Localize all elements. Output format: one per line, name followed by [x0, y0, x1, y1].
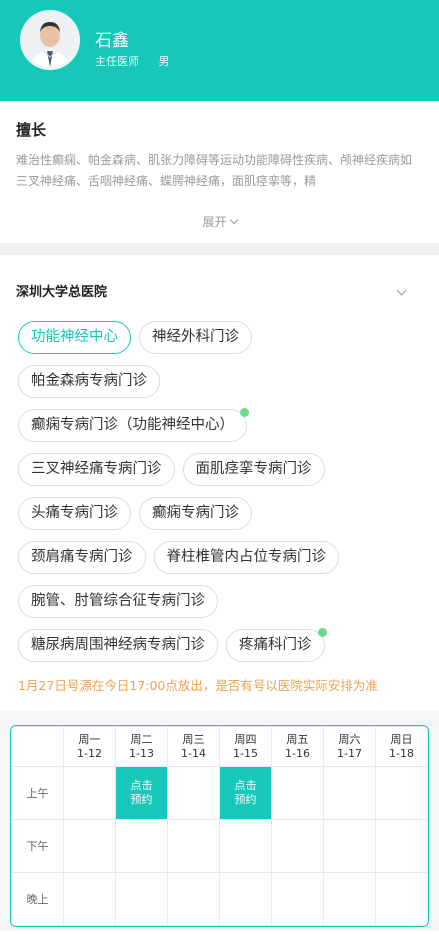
expertise-text: 难治性癫痫、帕金森病、肌张力障碍等运动功能障碍性疾病、颅神经疾病如三叉神经痛、舌…	[16, 153, 413, 188]
schedule-cell	[375, 872, 428, 926]
schedule-cell	[63, 872, 116, 926]
department-tag[interactable]: 面肌痉挛专病门诊	[182, 453, 325, 486]
chevron-down-icon	[396, 285, 407, 295]
schedule-cell	[167, 872, 220, 926]
day-header: 周五 1-16	[271, 726, 324, 767]
schedule-cell	[115, 872, 168, 926]
department-tag[interactable]: 头痛专病门诊	[18, 497, 131, 530]
department-tag[interactable]: 脊柱椎管内占位专病门诊	[153, 541, 339, 574]
department-tag[interactable]: 帕金森病专病门诊	[18, 365, 160, 398]
hospital-selector[interactable]: 深圳大学总医院	[0, 265, 439, 315]
schedule-cell	[219, 819, 272, 873]
expertise-title: 擅长	[16, 121, 47, 139]
expertise-section: 擅长 难治性癫痫、帕金森病、肌张力障碍等运动功能障碍性疾病、颅神经疾病如三叉神经…	[0, 101, 439, 243]
new-indicator-dot	[240, 408, 249, 417]
day-header: 周四 1-15	[219, 726, 272, 767]
section-divider	[0, 243, 439, 255]
schedule-cell	[167, 766, 220, 820]
department-tags: 功能神经中心 神经外科门诊 帕金森病专病门诊 癫痫专病门诊（功能神经中心） 三叉神…	[0, 315, 439, 673]
day-header: 周六 1-17	[323, 726, 376, 767]
department-tag[interactable]: 癫痫专病门诊（功能神经中心）	[18, 408, 249, 442]
department-tag[interactable]: 三叉神经痛专病门诊	[18, 453, 175, 486]
slot-label: 上午	[11, 766, 64, 820]
day-header: 周三 1-14	[167, 726, 220, 767]
expand-label: 展开	[202, 215, 227, 229]
schedule-cell	[219, 872, 272, 926]
slot-label: 下午	[11, 819, 64, 873]
department-tag[interactable]: 糖尿病周围神经病专病门诊	[18, 629, 218, 662]
chevron-down-icon	[229, 215, 238, 225]
schedule-cell	[323, 766, 376, 820]
slot-label: 晚上	[11, 872, 64, 926]
day-header: 周一 1-12	[63, 726, 116, 767]
new-indicator-dot	[317, 628, 327, 637]
doctor-avatar	[20, 10, 80, 70]
department-tag[interactable]: 癫痫专病门诊	[139, 497, 252, 530]
doctor-gender: 男	[158, 55, 170, 68]
schedule-row: 下午	[11, 819, 428, 873]
hospital-name: 深圳大学总医院	[16, 284, 108, 300]
book-appointment-button[interactable]: 点击 预约	[219, 766, 272, 820]
schedule-cell	[323, 819, 376, 873]
department-tag[interactable]: 功能神经中心	[18, 321, 131, 354]
schedule-cell	[375, 819, 428, 873]
schedule-cell	[323, 872, 376, 926]
schedule-cell	[375, 766, 428, 820]
doctor-meta: 主任医师 男	[95, 53, 170, 69]
schedule-row: 上午 点击 预约 点击 预约	[11, 766, 428, 820]
department-tag[interactable]: 腕管、肘管综合征专病门诊	[18, 585, 218, 618]
book-appointment-button[interactable]: 点击 预约	[115, 766, 168, 820]
schedule-cell	[271, 872, 324, 926]
schedule-cell	[167, 819, 220, 873]
expand-button[interactable]: 展开	[16, 213, 423, 230]
schedule-cell	[63, 819, 116, 873]
schedule-table: 周一 1-12 周二 1-13 周三 1-14 周四 1-15 周五 1-16 周六 1-1…	[10, 725, 429, 927]
day-header: 周二 1-13	[115, 726, 168, 767]
day-header: 周日 1-18	[375, 726, 428, 767]
schedule-cell	[63, 766, 116, 820]
schedule-cell	[115, 819, 168, 873]
department-tag[interactable]: 神经外科门诊	[139, 321, 252, 354]
department-tag[interactable]: 疼痛科门诊	[226, 628, 327, 662]
doctor-name: 石鑫	[95, 31, 129, 51]
schedule-row: 晚上	[11, 872, 428, 926]
schedule-cell	[271, 766, 324, 820]
schedule-cell	[271, 819, 324, 873]
department-tag[interactable]: 颈肩痛专病门诊	[18, 541, 146, 574]
schedule-section: 周一 1-12 周二 1-13 周三 1-14 周四 1-15 周五 1-16 周六 1-1…	[0, 711, 439, 931]
schedule-notice: 1月27日号源在今日17:00点放出，是否有号以医院实际安排为准	[18, 678, 378, 693]
schedule-header-row: 周一 1-12 周二 1-13 周三 1-14 周四 1-15 周五 1-16 周六 1-1…	[11, 726, 428, 767]
doctor-title: 主任医师	[95, 55, 139, 68]
schedule-corner	[11, 726, 64, 767]
doctor-header: 石鑫 主任医师 男	[0, 0, 439, 101]
